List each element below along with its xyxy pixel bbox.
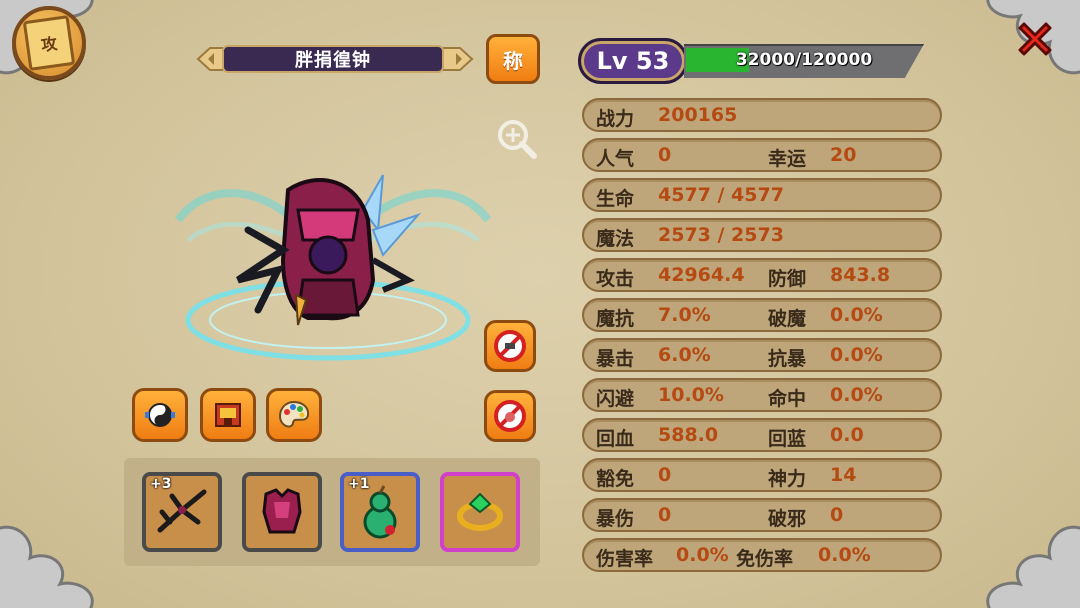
stat-label: 神力 — [768, 468, 807, 490]
cloud-ornament-bottom-right — [970, 500, 1080, 608]
stat-label: 防御 — [768, 268, 807, 290]
stat-value: 843.8 — [830, 264, 891, 286]
book-icon: 攻 — [22, 15, 76, 71]
close-button[interactable] — [1014, 18, 1056, 60]
equipment-slot-gourd[interactable]: +1 — [340, 472, 420, 552]
stat-value: 0.0% — [830, 384, 883, 406]
stat-label: 破邪 — [768, 508, 807, 530]
stat-label: 暴击 — [596, 348, 635, 370]
equipment-slot-armor[interactable] — [242, 472, 322, 552]
stat-row: 闪避 10.0% 命中 0.0% — [582, 378, 942, 412]
stat-value: 0.0% — [676, 544, 729, 566]
shrine-button[interactable] — [200, 388, 256, 442]
stat-label: 闪避 — [596, 388, 635, 410]
stat-value: 0.0% — [830, 304, 883, 326]
stat-label: 暴伤 — [596, 508, 635, 530]
stat-row: 生命 4577 / 4577 — [582, 178, 942, 212]
stat-label: 免伤率 — [736, 548, 794, 570]
stat-value: 14 — [830, 464, 857, 486]
no-sword-icon — [494, 330, 526, 362]
exp-bar: 32000/120000 — [684, 44, 938, 78]
crimson-armor-icon — [262, 488, 302, 534]
yin-yang-icon — [145, 403, 175, 427]
stat-label: 生命 — [596, 188, 635, 210]
stat-label: 破魔 — [768, 308, 807, 330]
palette-icon — [278, 400, 310, 428]
stat-value: 0.0% — [830, 344, 883, 366]
golden-ring-icon — [457, 492, 503, 531]
stat-value: 2573 / 2573 — [658, 224, 784, 246]
stat-value: 0 — [658, 144, 672, 166]
stat-label: 伤害率 — [596, 548, 654, 570]
stat-label: 战力 — [596, 108, 635, 130]
book-label: 攻 — [39, 33, 59, 56]
stat-row: 战力 200165 — [582, 98, 942, 132]
cloud-ornament-bottom-left — [0, 500, 110, 608]
stat-value: 0 — [830, 504, 844, 526]
stat-label: 幸运 — [768, 148, 807, 170]
stat-value: 0.0 — [830, 424, 864, 446]
stat-row: 魔抗 7.0% 破魔 0.0% — [582, 298, 942, 332]
stat-row: 人气 0 幸运 20 — [582, 138, 942, 172]
shrine-icon — [215, 403, 241, 427]
stats-list: 战力 200165 人气 0 幸运 20 生命 4577 / 4577 魔法 2573 / 257… — [582, 98, 942, 578]
stat-label: 抗暴 — [768, 348, 807, 370]
level-badge: Lv 53 — [578, 38, 688, 84]
dye-button[interactable] — [266, 388, 322, 442]
stat-row: 回血 588.0 回蓝 0.0 — [582, 418, 942, 452]
equipment-panel: +3 +1 — [124, 458, 540, 566]
stat-row: 魔法 2573 / 2573 — [582, 218, 942, 252]
equipment-slot-weapon[interactable]: +3 — [142, 472, 222, 552]
bagua-button[interactable] — [132, 388, 188, 442]
stat-value: 6.0% — [658, 344, 711, 366]
stat-row: 豁免 0 神力 14 — [582, 458, 942, 492]
skill-book-button[interactable]: 攻 — [12, 6, 86, 80]
character-portrait — [168, 170, 498, 370]
stat-label: 魔抗 — [596, 308, 635, 330]
equipment-slot-ring[interactable] — [440, 472, 520, 552]
title-button[interactable]: 称 — [486, 34, 540, 84]
stat-row: 暴击 6.0% 抗暴 0.0% — [582, 338, 942, 372]
zoom-in-icon[interactable] — [494, 116, 540, 162]
stat-value: 200165 — [658, 104, 738, 126]
stat-row: 攻击 42964.4 防御 843.8 — [582, 258, 942, 292]
stat-label: 命中 — [768, 388, 807, 410]
stat-value: 0.0% — [818, 544, 871, 566]
stat-value: 0 — [658, 464, 672, 486]
stat-label: 魔法 — [596, 228, 635, 250]
stat-row: 暴伤 0 破邪 0 — [582, 498, 942, 532]
stat-value: 42964.4 — [658, 264, 745, 286]
stat-label: 回蓝 — [768, 428, 807, 450]
stat-value: 20 — [830, 144, 857, 166]
stat-value: 588.0 — [658, 424, 719, 446]
enhance-badge: +3 — [150, 476, 172, 492]
stat-label: 攻击 — [596, 268, 635, 290]
close-icon — [1018, 22, 1052, 56]
stat-value: 0 — [658, 504, 672, 526]
ban-attack-button[interactable] — [484, 320, 536, 372]
stat-label: 豁免 — [596, 468, 635, 490]
enhance-badge: +1 — [348, 476, 370, 492]
stat-row: 伤害率 0.0% 免伤率 0.0% — [582, 538, 942, 572]
no-potion-icon — [494, 400, 526, 432]
character-name: 胖捐徨钟 — [222, 45, 444, 73]
name-plate: 胖捐徨钟 — [196, 40, 474, 78]
exp-text: 32000/120000 — [735, 50, 873, 70]
stat-value: 4577 / 4577 — [658, 184, 784, 206]
stat-value: 10.0% — [658, 384, 724, 406]
stat-value: 7.0% — [658, 304, 711, 326]
ban-item-button[interactable] — [484, 390, 536, 442]
character-panel: 攻 胖捐徨钟 称 +3 +1 Lv 53 32000/120000 战力 200… — [0, 0, 1080, 608]
stat-label: 回血 — [596, 428, 635, 450]
stat-label: 人气 — [596, 148, 635, 170]
